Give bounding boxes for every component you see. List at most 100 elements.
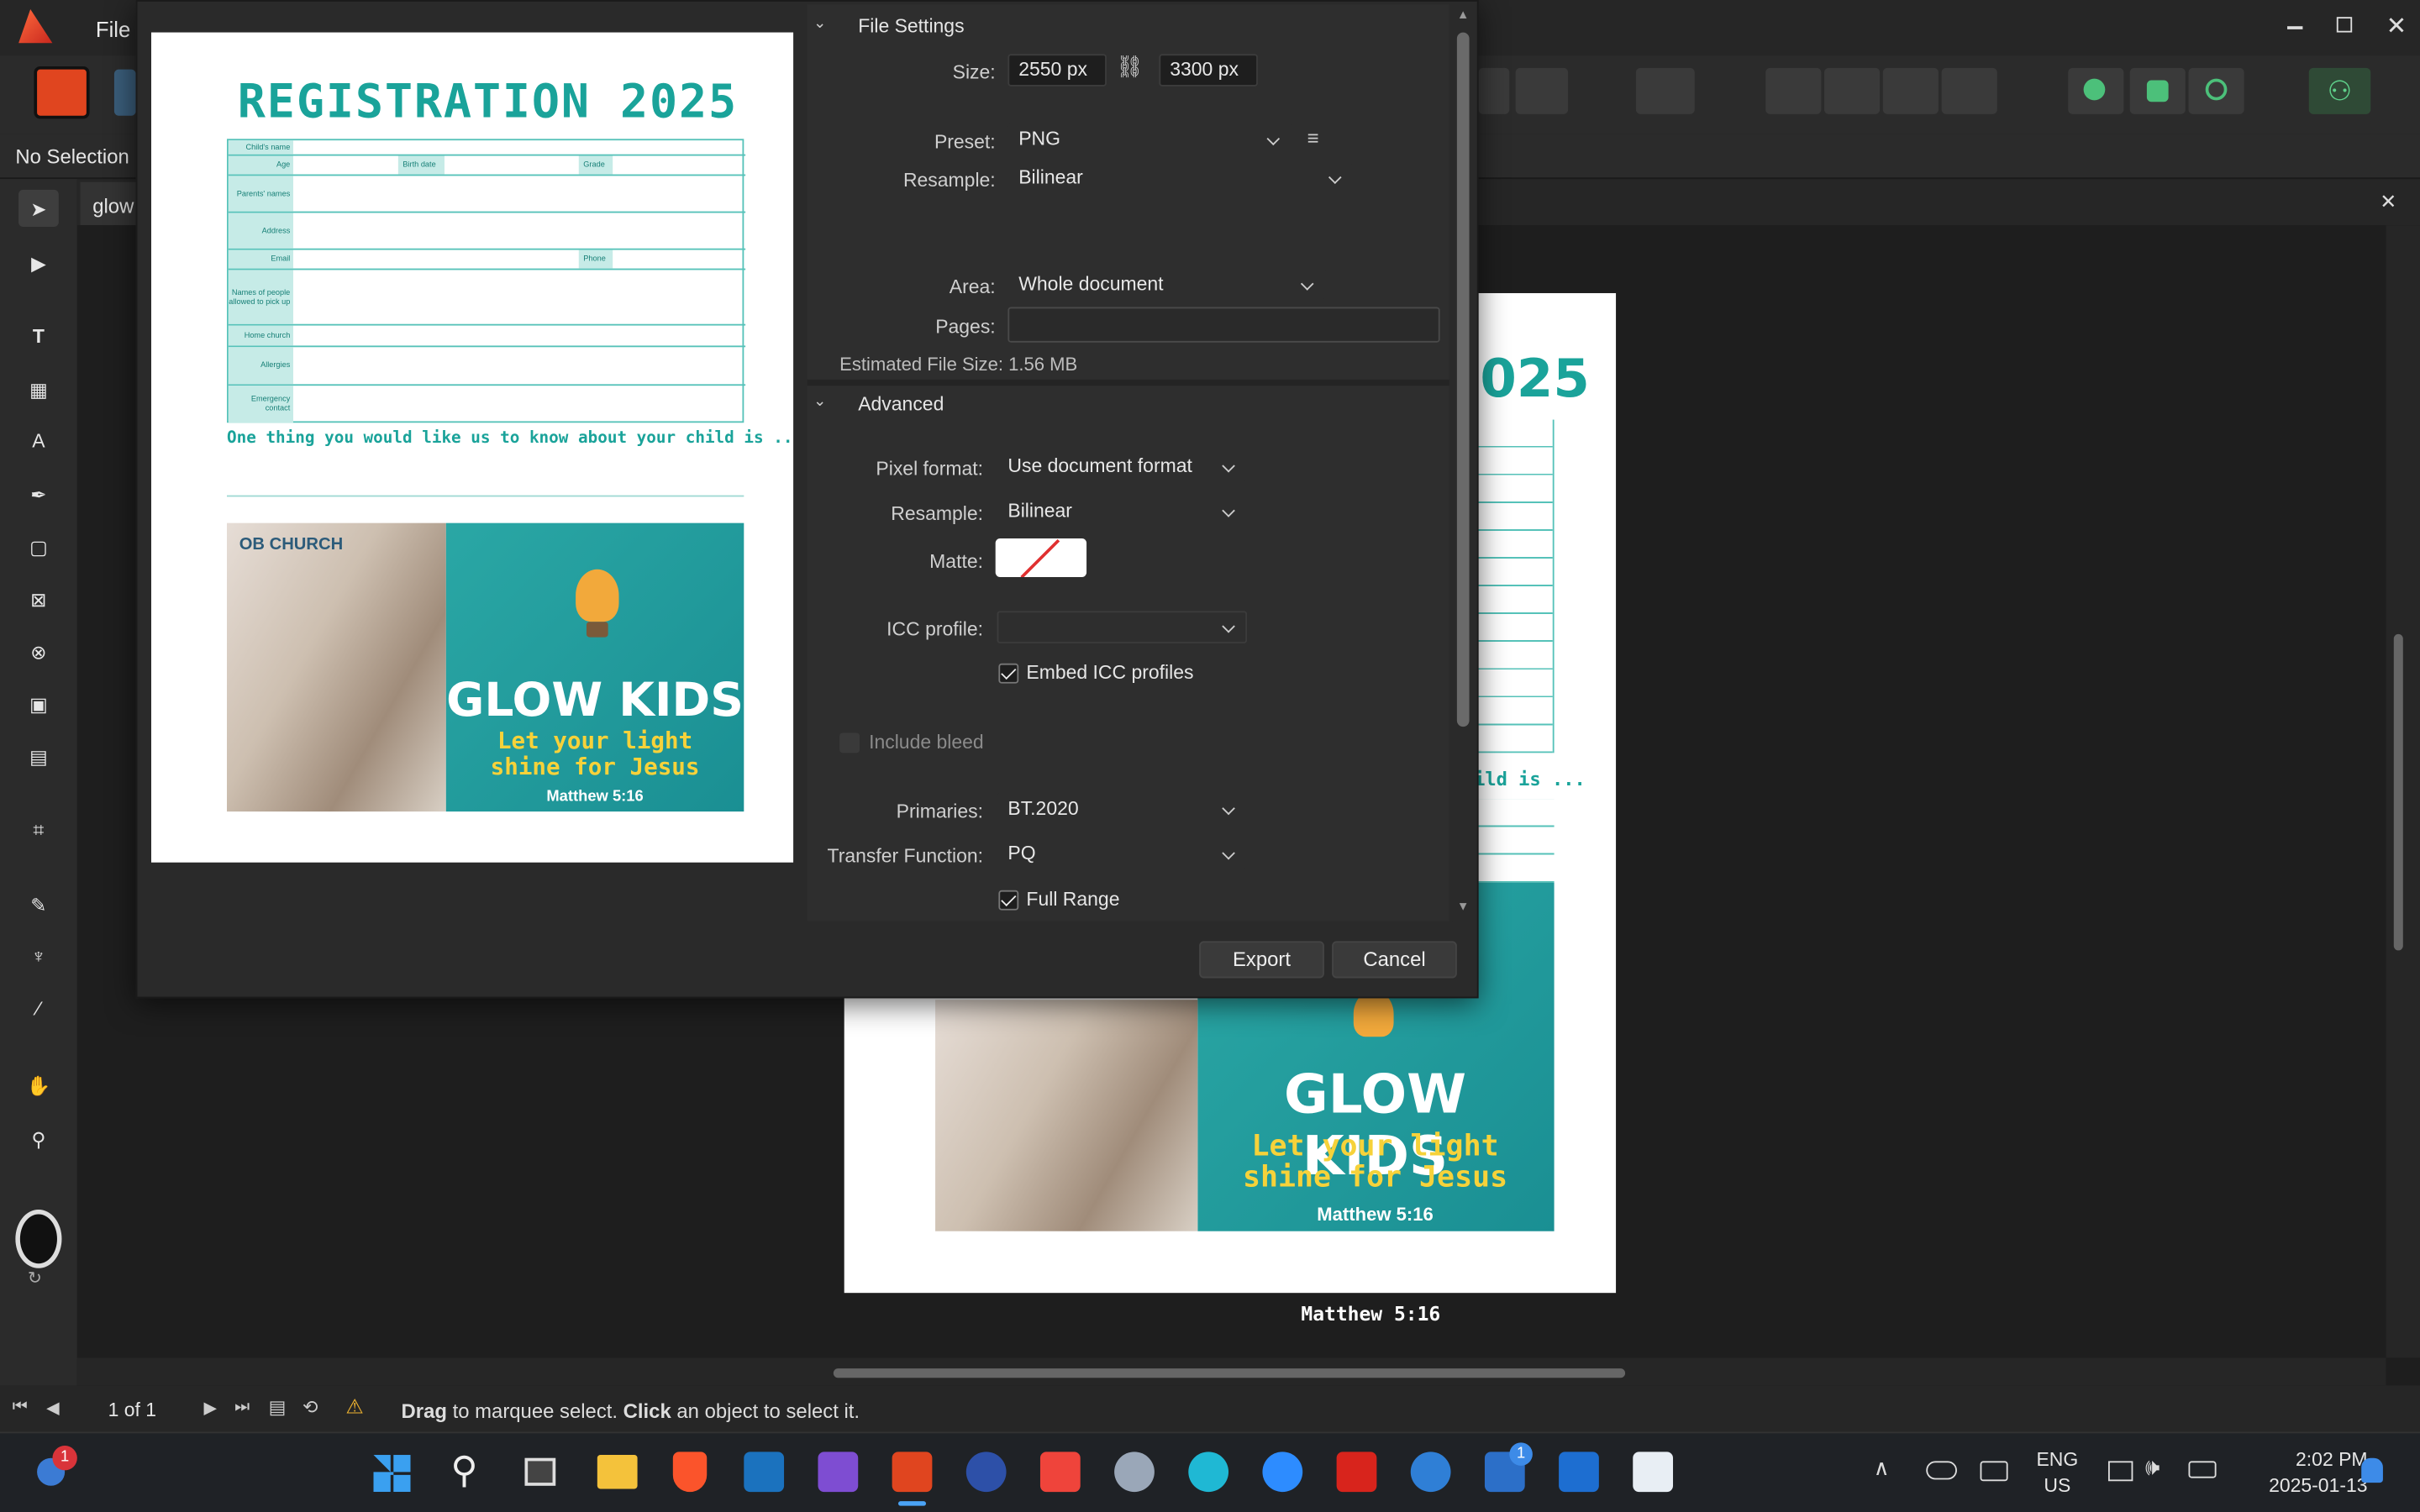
publisher-persona-icon[interactable] <box>34 66 90 119</box>
full-range-checkbox[interactable] <box>998 890 1019 911</box>
matte-swatch[interactable] <box>995 538 1087 577</box>
ellipse-frame-tool-icon[interactable]: ⊗ <box>18 633 59 669</box>
table-tool-icon[interactable]: ▦ <box>18 370 59 407</box>
preflight-warning-icon[interactable]: ⚠ <box>345 1394 363 1419</box>
scroll-up-icon[interactable]: ▲ <box>1457 8 1470 22</box>
volume-icon[interactable]: 🕪 <box>2145 1455 2160 1481</box>
color-picker-tool-icon[interactable]: ⁄ <box>18 990 59 1027</box>
affinity-publisher-icon[interactable] <box>892 1452 933 1493</box>
include-bleed-checkbox[interactable] <box>839 732 860 753</box>
affinity-designer-icon[interactable] <box>744 1452 785 1493</box>
toolbar-button-a[interactable] <box>1478 67 1510 114</box>
icc-profile-select[interactable] <box>997 611 1248 643</box>
primaries-select[interactable]: BT.2020 <box>997 793 1248 826</box>
acrobat-icon[interactable] <box>1336 1452 1377 1493</box>
hand-tool-icon[interactable]: ✋ <box>18 1068 59 1105</box>
toolbar-button-c[interactable] <box>1635 67 1695 114</box>
preset-select[interactable]: PNG <box>1007 123 1292 156</box>
height-input[interactable]: 3300 px <box>1159 54 1258 87</box>
advanced-resample-select[interactable]: Bilinear <box>997 495 1248 528</box>
vertical-scrollbar[interactable] <box>2386 225 2420 1358</box>
move-tool-icon[interactable]: ➤ <box>18 189 59 228</box>
align-top-button[interactable] <box>1941 67 1997 114</box>
color-swatch[interactable] <box>15 1210 62 1268</box>
scroll-down-icon[interactable]: ▼ <box>1457 900 1470 914</box>
brave-icon[interactable] <box>672 1452 708 1493</box>
settings-scroll-thumb[interactable] <box>1456 32 1470 727</box>
zoom-icon[interactable] <box>1262 1452 1303 1493</box>
solitaire-icon[interactable] <box>1633 1452 1674 1493</box>
settings-scrollbar[interactable]: ▲ ▼ <box>1452 4 1475 921</box>
transfer-function-select[interactable]: PQ <box>997 837 1248 870</box>
next-page-icon[interactable]: ▶ <box>203 1398 217 1418</box>
master-page-icon[interactable]: ▤ <box>269 1396 287 1418</box>
search-icon[interactable]: ⚲ <box>450 1449 477 1494</box>
embed-icc-checkbox[interactable] <box>998 663 1019 684</box>
toolbar-button-b[interactable] <box>1515 67 1569 114</box>
pages-input[interactable] <box>1007 307 1440 343</box>
file-menu[interactable]: File <box>96 17 130 41</box>
file-settings-chevron-icon[interactable]: ⌄ <box>813 15 826 32</box>
onedrive-icon[interactable] <box>1926 1461 1957 1480</box>
designer-persona-icon[interactable] <box>113 69 136 116</box>
align-left-button[interactable] <box>1765 67 1822 114</box>
canva-icon[interactable] <box>1188 1452 1229 1493</box>
file-settings-header[interactable]: File Settings <box>858 15 964 37</box>
cancel-button[interactable]: Cancel <box>1332 941 1457 979</box>
place-image-tool-icon[interactable]: ▣ <box>18 685 59 722</box>
prev-page-icon[interactable]: ◀ <box>46 1398 60 1418</box>
last-page-icon[interactable]: ⏭ <box>234 1398 250 1418</box>
link-aspect-icon[interactable]: ⛓ <box>1116 54 1144 80</box>
picture-frame-tool-icon[interactable]: ⊠ <box>18 580 59 617</box>
width-input[interactable]: 2550 px <box>1007 54 1107 87</box>
task-view-icon[interactable] <box>524 1457 556 1486</box>
align-center-button[interactable] <box>1824 67 1881 114</box>
fill-tool-icon[interactable]: ✎ <box>18 885 59 922</box>
app-logo-icon[interactable] <box>18 9 53 44</box>
anydesk-icon[interactable] <box>1039 1452 1081 1493</box>
frame-text-tool-icon[interactable]: T <box>18 318 59 354</box>
artistic-text-tool-icon[interactable]: A <box>18 423 59 459</box>
clock[interactable]: 2:02 PM 2025-01-13 <box>2228 1447 2367 1499</box>
thunderbird-icon[interactable] <box>1410 1452 1451 1493</box>
file-explorer-icon[interactable] <box>597 1455 638 1489</box>
export-button[interactable]: Export <box>1199 941 1324 979</box>
swap-colors-icon[interactable]: ↻ <box>28 1268 42 1289</box>
area-select[interactable]: Whole document <box>1007 268 1326 302</box>
tray-chevron-icon[interactable]: ∧ <box>1874 1455 1890 1481</box>
boolean-subtract-icon[interactable] <box>2129 67 2186 114</box>
account-icon[interactable]: ⚇ <box>2308 67 2371 114</box>
notifications-bell-icon[interactable] <box>2361 1457 2383 1483</box>
image-transparency-tool-icon[interactable]: ▤ <box>18 738 59 774</box>
preset-menu-icon[interactable]: ≡ <box>1307 127 1319 150</box>
pixel-format-select[interactable]: Use document format <box>997 450 1248 483</box>
node-tool-icon[interactable]: ▶ <box>18 244 59 281</box>
advanced-header[interactable]: Advanced <box>858 393 944 415</box>
boolean-add-icon[interactable] <box>2068 67 2124 114</box>
resample-select[interactable]: Bilinear <box>1007 161 1354 195</box>
display-icon[interactable] <box>2107 1461 2133 1482</box>
keyboard-icon[interactable] <box>1980 1461 2008 1482</box>
audacity-icon[interactable] <box>965 1452 1007 1493</box>
minimize-icon[interactable] <box>2287 26 2303 29</box>
zoom-tool-icon[interactable]: ⚲ <box>18 1120 59 1157</box>
horizontal-scrollbar[interactable] <box>76 1357 2386 1386</box>
affinity-photo-icon[interactable] <box>818 1452 859 1493</box>
advanced-chevron-icon[interactable]: ⌄ <box>813 393 826 410</box>
rectangle-tool-icon[interactable]: ▢ <box>18 528 59 564</box>
transparency-tool-icon[interactable]: ♆ <box>18 938 59 975</box>
vpn-icon[interactable] <box>1114 1452 1155 1493</box>
close-icon[interactable]: ✕ <box>2386 11 2407 42</box>
language-indicator[interactable]: ENG US <box>2031 1447 2083 1499</box>
first-page-icon[interactable]: ⏮ <box>13 1398 28 1418</box>
analytics-icon[interactable] <box>1559 1452 1599 1493</box>
pen-tool-icon[interactable]: ✒ <box>18 475 59 512</box>
crop-tool-icon[interactable]: ⌗ <box>18 811 59 848</box>
close-document-icon[interactable]: ✕ <box>2380 190 2396 214</box>
battery-icon[interactable] <box>2188 1461 2217 1478</box>
restore-icon[interactable] <box>2336 17 2353 33</box>
align-right-button[interactable] <box>1882 67 1939 114</box>
boolean-intersect-icon[interactable] <box>2188 67 2244 114</box>
start-icon[interactable] <box>373 1455 411 1493</box>
spread-icon[interactable]: ⟲ <box>302 1396 318 1418</box>
